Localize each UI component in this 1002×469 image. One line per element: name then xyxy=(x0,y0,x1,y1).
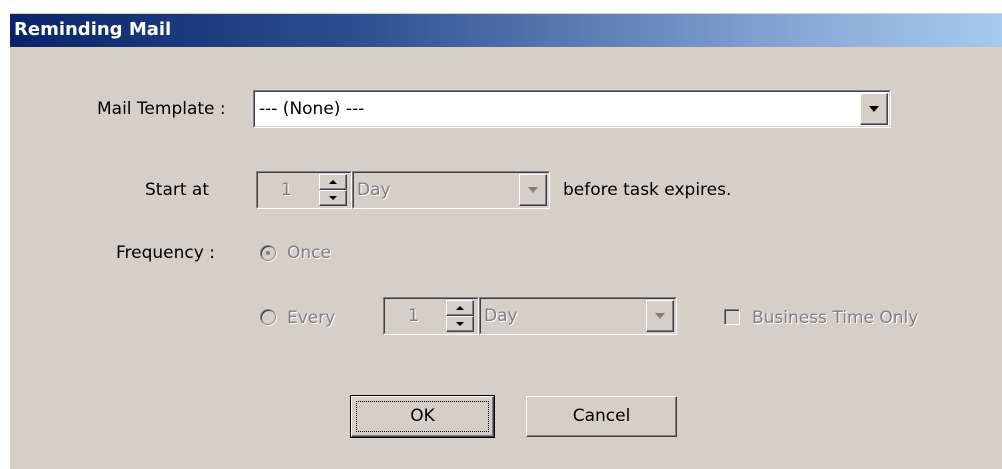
every-spin-up[interactable] xyxy=(446,300,474,316)
start-at-spinner[interactable]: 1 xyxy=(256,171,352,209)
spin-up-icon xyxy=(456,306,464,310)
cancel-button-label: Cancel xyxy=(572,406,631,426)
once-radio[interactable] xyxy=(260,245,276,261)
start-at-spin-up[interactable] xyxy=(319,174,347,190)
start-at-unit-value: Day xyxy=(357,180,391,200)
start-at-label: Start at xyxy=(145,180,210,200)
ok-button[interactable]: OK xyxy=(350,395,495,438)
chevron-down-icon xyxy=(528,187,538,193)
chevron-down-icon xyxy=(655,313,665,319)
every-unit-select[interactable]: Day xyxy=(479,297,677,335)
every-unit-value: Day xyxy=(484,306,518,326)
start-at-unit-select[interactable]: Day xyxy=(352,171,550,209)
chevron-down-icon xyxy=(869,106,879,112)
mail-template-value: --- (None) --- xyxy=(259,99,365,119)
business-time-label: Business Time Only xyxy=(752,308,919,328)
cancel-button[interactable]: Cancel xyxy=(526,396,677,437)
mail-template-dropdown-button[interactable] xyxy=(860,93,888,125)
every-spin-down[interactable] xyxy=(446,316,474,332)
mail-template-select[interactable]: --- (None) --- xyxy=(253,90,891,128)
every-spinner[interactable]: 1 xyxy=(383,297,479,335)
every-value: 1 xyxy=(408,306,419,326)
title-bar[interactable]: Reminding Mail xyxy=(10,14,1002,47)
every-label: Every xyxy=(287,308,336,328)
start-at-spin-down[interactable] xyxy=(319,190,347,206)
reminding-mail-dialog: Reminding Mail Mail Template : --- (None… xyxy=(10,13,1002,469)
business-time-checkbox[interactable] xyxy=(724,309,740,325)
spin-up-icon xyxy=(329,180,337,184)
frequency-label: Frequency : xyxy=(116,243,215,263)
spin-down-icon xyxy=(456,322,464,326)
start-at-suffix: before task expires. xyxy=(563,180,732,200)
mail-template-label: Mail Template : xyxy=(97,99,226,119)
every-unit-dropdown-button[interactable] xyxy=(646,300,674,332)
ok-button-label: OK xyxy=(410,406,435,426)
start-at-value: 1 xyxy=(281,180,292,200)
radio-selected-dot xyxy=(266,251,270,255)
window-title: Reminding Mail xyxy=(14,19,172,40)
every-radio[interactable] xyxy=(260,309,276,325)
once-label: Once xyxy=(287,243,331,263)
spin-down-icon xyxy=(329,196,337,200)
start-at-unit-dropdown-button[interactable] xyxy=(519,174,547,206)
